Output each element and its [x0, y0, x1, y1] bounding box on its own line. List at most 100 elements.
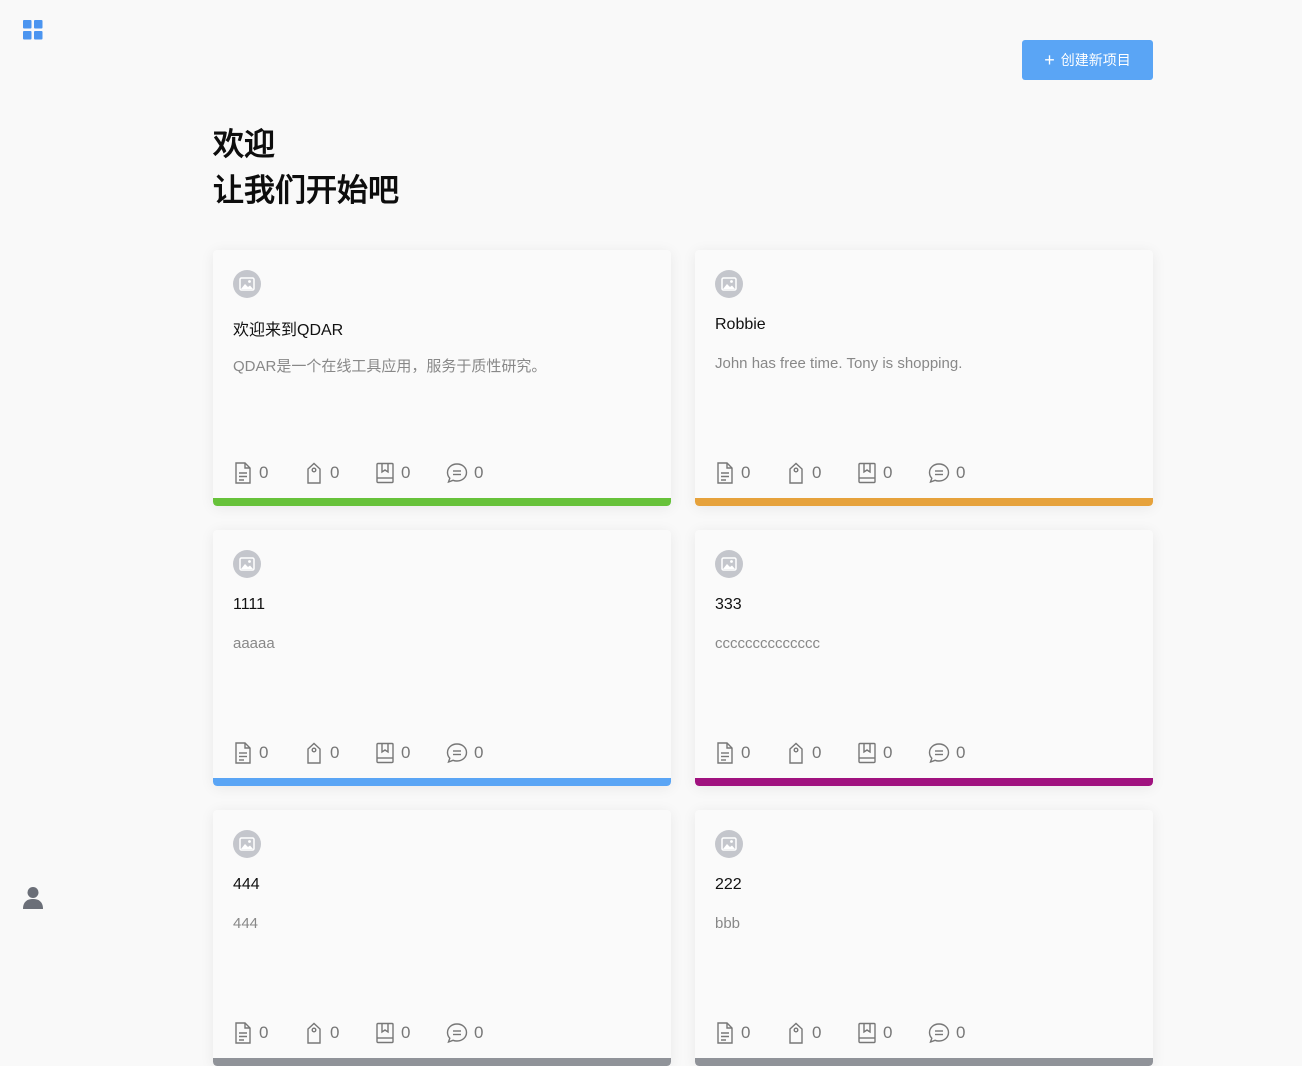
code-count: 0: [786, 742, 857, 764]
code-count: 0: [786, 1022, 857, 1044]
welcome-heading: 欢迎 让我们开始吧: [213, 122, 399, 214]
bookmark-book-icon: [858, 1022, 876, 1044]
memo-count: 0: [375, 462, 446, 484]
welcome-line-1: 欢迎: [213, 127, 275, 162]
create-project-label: 创建新项目: [1060, 52, 1131, 68]
project-title: 1111: [233, 596, 266, 613]
comment-count-value: 0: [474, 463, 484, 482]
tag-icon: [789, 462, 803, 484]
comment-count: 0: [928, 742, 999, 764]
document-count: 0: [715, 1022, 786, 1044]
image-placeholder-icon: [233, 550, 261, 578]
document-count-value: 0: [741, 463, 751, 482]
document-count: 0: [715, 742, 786, 764]
project-card-grid: 欢迎来到QDAR QDAR是一个在线工具应用，服务于质性研究。 0 0 0 0 …: [213, 250, 1153, 1066]
comment-count-value: 0: [956, 743, 966, 762]
project-title: Robbie: [715, 316, 766, 333]
document-count: 0: [233, 462, 304, 484]
comment-icon: [928, 1023, 950, 1044]
document-count: 0: [233, 1022, 304, 1044]
bookmark-book-icon: [376, 1022, 394, 1044]
document-icon: [235, 742, 251, 764]
document-count-value: 0: [741, 743, 751, 762]
memo-count-value: 0: [401, 463, 411, 482]
project-card[interactable]: 444 444 0 0 0 0: [213, 810, 671, 1066]
project-stats: 0 0 0 0: [233, 1022, 517, 1044]
comment-count-value: 0: [474, 1023, 484, 1042]
code-count-value: 0: [330, 743, 340, 762]
code-count: 0: [304, 742, 375, 764]
user-icon[interactable]: [22, 886, 44, 910]
image-placeholder-icon: [233, 270, 261, 298]
document-count-value: 0: [741, 1023, 751, 1042]
tag-icon: [307, 462, 321, 484]
project-card[interactable]: 222 bbb 0 0 0 0: [695, 810, 1153, 1066]
comment-count: 0: [446, 1022, 517, 1044]
comment-count: 0: [446, 462, 517, 484]
comment-count-value: 0: [956, 1023, 966, 1042]
project-title: 333: [715, 596, 742, 613]
plus-icon: +: [1044, 50, 1055, 70]
document-icon: [717, 1022, 733, 1044]
code-count-value: 0: [330, 463, 340, 482]
project-card[interactable]: 333 cccccccccccccc 0 0 0 0: [695, 530, 1153, 786]
memo-count-value: 0: [401, 743, 411, 762]
comment-icon: [446, 1023, 468, 1044]
comment-count: 0: [928, 1022, 999, 1044]
bookmark-book-icon: [858, 742, 876, 764]
memo-count: 0: [857, 462, 928, 484]
comment-count-value: 0: [956, 463, 966, 482]
document-icon: [235, 462, 251, 484]
document-count: 0: [233, 742, 304, 764]
memo-count-value: 0: [883, 743, 893, 762]
project-title: 444: [233, 876, 260, 893]
tag-icon: [307, 1022, 321, 1044]
project-stats: 0 0 0 0: [715, 1022, 999, 1044]
project-color-bar: [695, 778, 1153, 786]
comment-icon: [446, 743, 468, 764]
tag-icon: [789, 742, 803, 764]
bookmark-book-icon: [376, 742, 394, 764]
project-card[interactable]: Robbie John has free time. Tony is shopp…: [695, 250, 1153, 506]
comment-icon: [446, 463, 468, 484]
create-project-button[interactable]: + 创建新项目: [1022, 40, 1153, 80]
code-count: 0: [786, 462, 857, 484]
project-card[interactable]: 1111 aaaaa 0 0 0 0: [213, 530, 671, 786]
welcome-line-2: 让我们开始吧: [213, 173, 399, 208]
project-stats: 0 0 0 0: [233, 742, 517, 764]
image-placeholder-icon: [715, 270, 743, 298]
project-title: 欢迎来到QDAR: [233, 322, 344, 339]
project-description: aaaaa: [233, 635, 275, 652]
memo-count: 0: [375, 742, 446, 764]
project-stats: 0 0 0 0: [715, 462, 999, 484]
document-count-value: 0: [259, 463, 269, 482]
project-color-bar: [695, 498, 1153, 506]
code-count: 0: [304, 1022, 375, 1044]
project-stats: 0 0 0 0: [233, 462, 517, 484]
tag-icon: [789, 1022, 803, 1044]
memo-count: 0: [375, 1022, 446, 1044]
project-stats: 0 0 0 0: [715, 742, 999, 764]
memo-count-value: 0: [401, 1023, 411, 1042]
code-count-value: 0: [812, 743, 822, 762]
project-color-bar: [695, 1058, 1153, 1066]
project-description: John has free time. Tony is shopping.: [715, 355, 963, 372]
comment-icon: [928, 463, 950, 484]
tag-icon: [307, 742, 321, 764]
image-placeholder-icon: [715, 550, 743, 578]
image-placeholder-icon: [715, 830, 743, 858]
code-count: 0: [304, 462, 375, 484]
project-description: cccccccccccccc: [715, 635, 820, 652]
bookmark-book-icon: [858, 462, 876, 484]
apps-grid-icon[interactable]: [23, 20, 43, 40]
project-color-bar: [213, 1058, 671, 1066]
code-count-value: 0: [812, 1023, 822, 1042]
memo-count-value: 0: [883, 463, 893, 482]
document-count-value: 0: [259, 1023, 269, 1042]
bookmark-book-icon: [376, 462, 394, 484]
document-icon: [235, 1022, 251, 1044]
project-description: QDAR是一个在线工具应用，服务于质性研究。: [233, 358, 547, 375]
document-count: 0: [715, 462, 786, 484]
project-card[interactable]: 欢迎来到QDAR QDAR是一个在线工具应用，服务于质性研究。 0 0 0 0: [213, 250, 671, 506]
memo-count: 0: [857, 1022, 928, 1044]
